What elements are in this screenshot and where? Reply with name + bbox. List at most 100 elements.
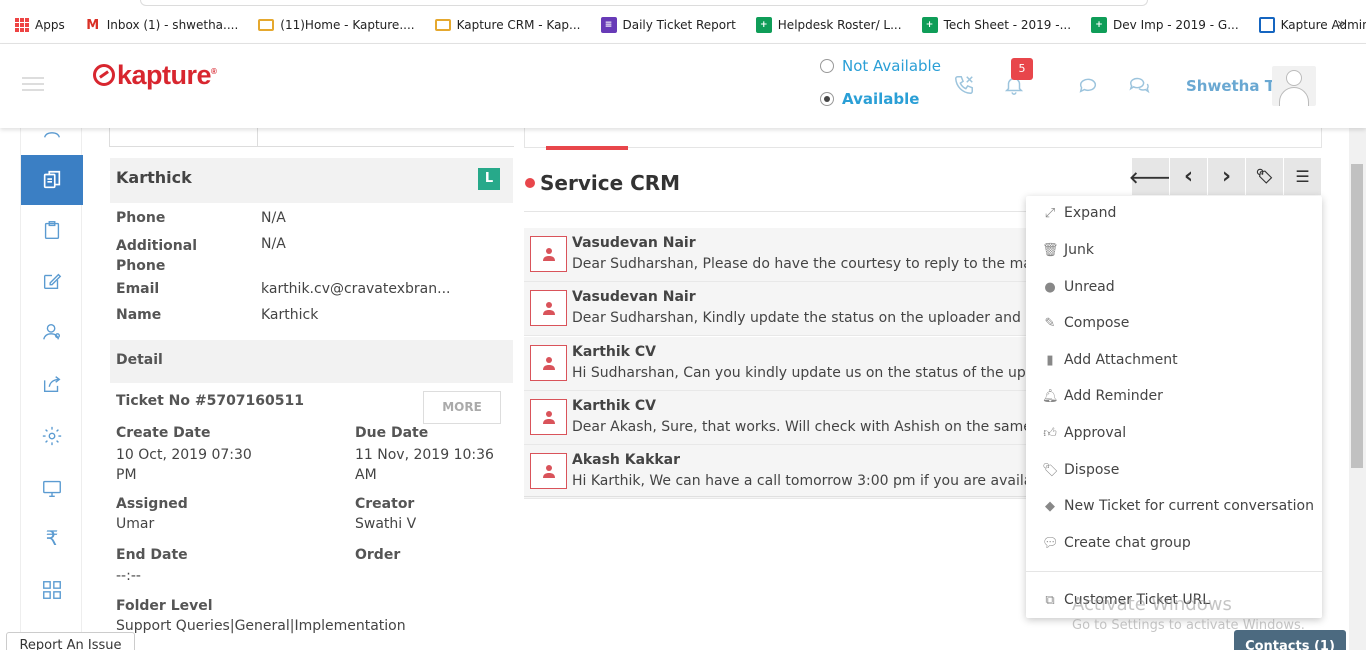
menu-item-compose[interactable]: ✎ Compose	[1042, 313, 1130, 333]
windows-activation-hint: Go to Settings to activate Windows.	[1072, 618, 1305, 633]
address-bar[interactable]	[140, 0, 1148, 6]
folder-level-value: Support Queries|General|Implementation	[116, 618, 406, 634]
creator-value: Swathi V	[355, 516, 417, 532]
menu-item-add-attachment[interactable]: ▮ Add Attachment	[1042, 350, 1177, 370]
bookmark-gmail[interactable]: M Inbox (1) - shwetha....	[84, 17, 238, 33]
message-item[interactable]: Karthik CV Dear Akash, Sure, that works.…	[524, 391, 1034, 445]
message-item[interactable]: Karthik CV Hi Sudharshan, Can you kindly…	[524, 337, 1034, 391]
bookmark-kapture-crm[interactable]: Kapture CRM - Kap...	[434, 18, 581, 32]
sidebar-item-billing[interactable]: ₹	[21, 513, 83, 563]
kapture-logo[interactable]: kapture®	[93, 60, 217, 91]
bookmark-tech-sheet[interactable]: + Tech Sheet - 2019 -...	[921, 17, 1071, 33]
bookmark-kapture-home[interactable]: (11)Home - Kapture....	[258, 18, 415, 32]
message-preview: Hi Sudharshan, Can you kindly update us …	[572, 365, 1030, 381]
phone-label: Phone	[116, 210, 166, 226]
gear-icon	[42, 426, 62, 446]
bookmark-kapture-admin[interactable]: Kapture Admin	[1258, 17, 1366, 33]
status-available-option[interactable]: Available	[820, 90, 919, 108]
chevron-right-icon: ›	[1221, 164, 1232, 189]
conversation-toolbar: 🡐 ‹ › 🏷 ☰	[1129, 158, 1321, 195]
folder-level-label: Folder Level	[116, 598, 213, 614]
sidebar-item-clipboard[interactable]	[21, 205, 83, 255]
sidebar-item-share[interactable]	[21, 359, 83, 409]
menu-item-dispose[interactable]: 🏷︎ Dispose	[1042, 460, 1119, 480]
sidebar-item-tickets[interactable]	[21, 155, 83, 205]
trash-icon: 🗑	[1042, 242, 1059, 258]
assigned-label: Assigned	[116, 496, 188, 512]
chat-bubble-icon[interactable]	[1077, 74, 1099, 101]
user-avatar[interactable]	[1272, 66, 1316, 106]
chevron-left-icon: ‹	[1183, 164, 1194, 189]
conversation-tabs	[524, 128, 1322, 148]
conversation-title: Service CRM	[540, 171, 681, 195]
menu-item-add-reminder[interactable]: 🔔︎ Add Reminder	[1042, 386, 1163, 406]
page-scrollbar[interactable]	[1349, 128, 1366, 650]
additional-phone-value: N/A	[261, 236, 286, 252]
bell-icon: 🔔︎	[1042, 388, 1059, 404]
due-date-value: 11 Nov, 2019 10:36 AM	[355, 447, 494, 483]
tags-button[interactable]: 🏷	[1245, 158, 1283, 195]
customer-detail-tab[interactable]	[109, 128, 258, 147]
conversation-divider	[524, 496, 1034, 497]
sidebar-item-users[interactable]	[21, 307, 83, 357]
tab-divider	[258, 146, 514, 147]
more-button[interactable]: MORE	[423, 391, 501, 424]
bookmark-apps[interactable]: Apps	[15, 18, 65, 32]
menu-item-approval[interactable]: 👍︎ Approval	[1042, 423, 1126, 443]
message-preview: Hi Karthik, We can have a call tomorrow …	[572, 473, 1030, 489]
assigned-value: Umar	[116, 516, 155, 532]
bookmark-dev-imp[interactable]: + Dev Imp - 2019 - G...	[1091, 17, 1239, 33]
kapture-icon	[434, 19, 451, 31]
menu-item-create-chat-group[interactable]: 💬︎ Create chat group	[1042, 533, 1191, 553]
phone-icon[interactable]	[953, 74, 975, 101]
sidebar-item-monitor[interactable]	[21, 463, 83, 513]
back-button[interactable]: 🡐	[1129, 158, 1172, 195]
message-sender: Vasudevan Nair	[572, 235, 696, 251]
message-sender: Karthik CV	[572, 344, 656, 360]
windows-activation-watermark: Activate Windows	[1072, 594, 1232, 615]
customer-header: Karthick L	[110, 158, 513, 203]
expand-icon: ⤢	[1044, 205, 1056, 221]
scrollbar-thumb[interactable]	[1351, 164, 1363, 468]
message-item[interactable]: Vasudevan Nair Dear Sudharshan, Kindly u…	[524, 282, 1034, 336]
person-icon	[530, 236, 567, 272]
message-preview: Dear Sudharshan, Kindly update the statu…	[572, 310, 1030, 326]
report-issue-button[interactable]: Report An Issue	[6, 632, 135, 650]
email-label: Email	[116, 281, 160, 297]
bookmark-helpdesk-roster[interactable]: + Helpdesk Roster/ L...	[755, 17, 902, 33]
sidebar-item-settings[interactable]	[21, 411, 83, 461]
customer-level-badge: L	[478, 168, 500, 190]
previous-button[interactable]: ‹	[1169, 158, 1207, 195]
menu-item-unread[interactable]: ● Unread	[1042, 277, 1114, 297]
due-date-label: Due Date	[355, 425, 429, 441]
status-not-available-option[interactable]: Not Available	[820, 57, 941, 75]
menu-icon: ☰	[1295, 167, 1310, 186]
sheets-icon: +	[921, 17, 938, 33]
status-dot-icon	[525, 178, 535, 188]
create-date-label: Create Date	[116, 425, 211, 441]
edit-icon	[43, 273, 62, 290]
bookmarks-overflow-button[interactable]: »	[1337, 16, 1346, 32]
sidebar-item-apps[interactable]	[21, 565, 83, 615]
user-name[interactable]: Shwetha T	[1186, 77, 1275, 95]
menu-button[interactable]: ☰	[1283, 158, 1321, 195]
tags-icon: 🏷	[1255, 168, 1274, 185]
menu-item-expand[interactable]: ⤢ Expand	[1042, 203, 1117, 223]
external-link-icon: ⧉	[1045, 592, 1055, 608]
hamburger-menu-icon[interactable]	[22, 77, 44, 91]
contacts-button[interactable]: Contacts (1)	[1234, 630, 1346, 650]
tickets-icon	[43, 170, 61, 189]
notification-count-badge[interactable]: 5	[1011, 58, 1033, 80]
next-button[interactable]: ›	[1207, 158, 1245, 195]
person-icon	[530, 290, 567, 326]
chats-icon[interactable]	[1128, 74, 1150, 101]
conversation-actions-menu: ⤢ Expand 🗑 Junk ● Unread ✎ Compose ▮ Add Atta…	[1026, 196, 1322, 618]
email-value[interactable]: karthik.cv@cravatexbran...	[261, 281, 450, 297]
creator-label: Creator	[355, 496, 415, 512]
menu-item-new-ticket[interactable]: ◆ New Ticket for current conversation	[1042, 496, 1314, 516]
message-item[interactable]: Vasudevan Nair Dear Sudharshan, Please d…	[524, 228, 1034, 282]
menu-item-junk[interactable]: 🗑 Junk	[1042, 240, 1094, 260]
bookmark-daily-ticket-report[interactable]: ≡ Daily Ticket Report	[600, 17, 736, 33]
sidebar-item-edit[interactable]	[21, 256, 83, 306]
message-item[interactable]: Akash Kakkar Hi Karthik, We can have a c…	[524, 445, 1034, 499]
